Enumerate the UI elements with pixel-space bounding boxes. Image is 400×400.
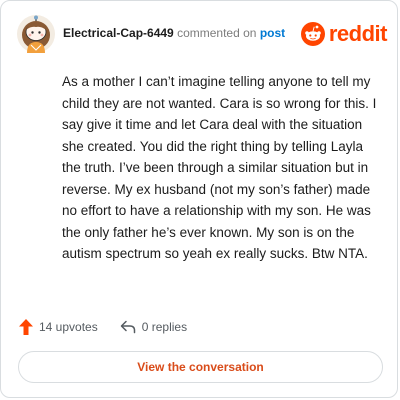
view-conversation-button[interactable]: View the conversation: [18, 351, 383, 383]
comment-card: Electrical-Cap-6449 commented on post re…: [0, 0, 398, 398]
upvote-arrow-icon: [19, 319, 33, 335]
comment-actions: 14 upvotes 0 replies: [19, 317, 187, 337]
reply-arrow-icon: [120, 320, 135, 334]
reddit-snoo-icon: [300, 22, 325, 46]
brand-wordmark: reddit: [328, 21, 388, 46]
upvote-action[interactable]: 14 upvotes: [19, 319, 98, 335]
author-username[interactable]: Electrical-Cap-6449: [63, 26, 174, 40]
reply-action[interactable]: 0 replies: [120, 320, 187, 334]
post-link[interactable]: post: [260, 26, 285, 40]
action-text: commented on: [177, 26, 257, 40]
reply-count: 0 replies: [141, 320, 188, 334]
reddit-logo[interactable]: reddit: [300, 19, 388, 49]
user-avatar[interactable]: [17, 15, 55, 53]
comment-meta: Electrical-Cap-6449 commented on post: [63, 26, 285, 40]
upvote-count: 14 upvotes: [39, 320, 98, 334]
comment-body: As a mother I can’t imagine telling anyo…: [62, 74, 377, 261]
comment-header: Electrical-Cap-6449 commented on post re…: [17, 15, 388, 53]
